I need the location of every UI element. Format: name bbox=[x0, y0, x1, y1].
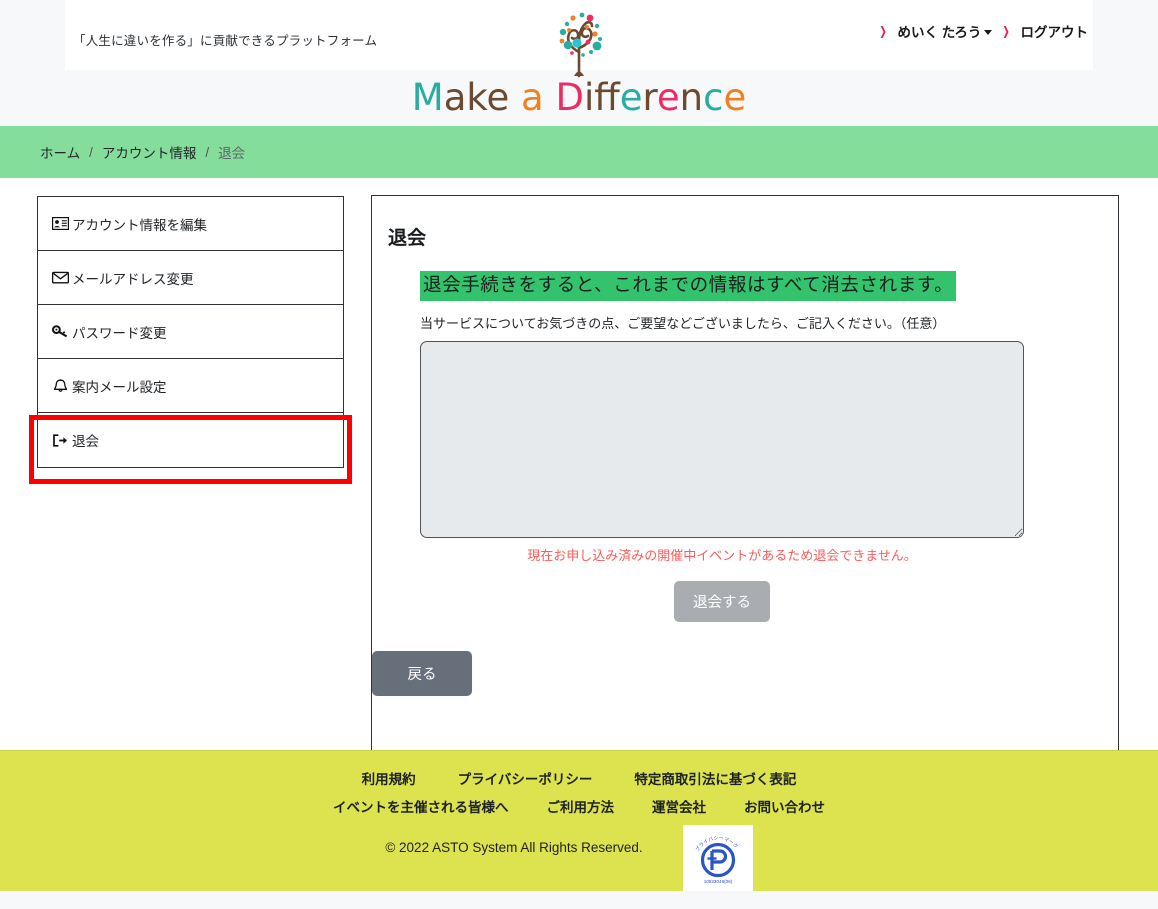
copyright-text: © 2022 ASTO System All Rights Reserved. bbox=[385, 840, 643, 855]
account-sidebar: アカウント情報を編集 メールアドレス変更 パスワード変更 案内メール設定 退会 bbox=[29, 196, 352, 484]
footer-link-company[interactable]: 運営会社 bbox=[652, 796, 706, 816]
breadcrumb-bar: ホーム / アカウント情報 / 退会 bbox=[0, 126, 1158, 178]
chevron-down-icon bbox=[984, 30, 993, 35]
sidebar-item-label-withdraw: 退会 bbox=[72, 434, 99, 449]
withdraw-panel: 退会 退会手続きをすると、これまでの情報はすべて消去されます。 当サービスについ… bbox=[371, 195, 1119, 790]
footer-links-row-2: イベントを主催される皆様へ ご利用方法 運営会社 お問い合わせ bbox=[0, 796, 1158, 816]
privacy-mark-badge[interactable]: プライバシーマーク 10823046(06) bbox=[683, 825, 753, 893]
user-nav: ❯ めいく たろう ❯ ログアウト bbox=[878, 21, 1088, 41]
withdraw-submit-button[interactable]: 退会する bbox=[674, 581, 770, 622]
breadcrumb-separator-1: / bbox=[89, 144, 93, 160]
sign-out-icon bbox=[52, 432, 71, 448]
content-area: アカウント情報を編集 メールアドレス変更 パスワード変更 案内メール設定 退会 … bbox=[0, 178, 1158, 790]
privacy-mark-number: 10823046(06) bbox=[704, 879, 733, 884]
footer-link-commercial-law[interactable]: 特定商取引法に基づく表記 bbox=[634, 768, 796, 788]
breadcrumb: ホーム / アカウント情報 / 退会 bbox=[40, 142, 245, 162]
sidebar-list: アカウント情報を編集 メールアドレス変更 パスワード変更 案内メール設定 退会 bbox=[37, 196, 344, 468]
footer-bottom-row: © 2022 ASTO System All Rights Reserved. … bbox=[0, 825, 1158, 893]
footer-link-privacy-policy[interactable]: プライバシーポリシー bbox=[458, 768, 593, 788]
footer-link-terms[interactable]: 利用規約 bbox=[362, 768, 416, 788]
submit-row: 退会する bbox=[420, 581, 1024, 622]
page-title: 退会 bbox=[388, 228, 427, 249]
breadcrumb-item-home[interactable]: ホーム bbox=[40, 142, 80, 162]
sidebar-item-mail-settings[interactable]: 案内メール設定 bbox=[38, 359, 343, 413]
sidebar-item-withdraw[interactable]: 退会 bbox=[38, 413, 343, 467]
sidebar-item-label-edit-account: アカウント情報を編集 bbox=[72, 217, 207, 233]
logo-wordmark: Make a Difference bbox=[411, 76, 747, 119]
sidebar-item-edit-account[interactable]: アカウント情報を編集 bbox=[38, 197, 343, 251]
footer-link-contact[interactable]: お問い合わせ bbox=[744, 796, 825, 816]
id-card-icon bbox=[52, 216, 71, 232]
back-button[interactable]: 戻る bbox=[372, 651, 472, 696]
breadcrumb-item-account[interactable]: アカウント情報 bbox=[102, 142, 197, 162]
breadcrumb-separator-2: / bbox=[205, 144, 210, 160]
sidebar-item-label-mail-settings: 案内メール設定 bbox=[72, 379, 167, 395]
key-icon bbox=[52, 324, 71, 340]
comment-field-label: 当サービスについてお気づきの点、ご要望などございましたら、ご記入ください。（任意… bbox=[420, 316, 946, 331]
sidebar-item-change-email[interactable]: メールアドレス変更 bbox=[38, 251, 343, 305]
warning-banner: 退会手続きをすると、これまでの情報はすべて消去されます。 bbox=[420, 271, 957, 301]
page-bottom-strip bbox=[0, 891, 1158, 909]
chevron-right-icon-2: ❯ bbox=[1002, 24, 1011, 38]
user-menu-button[interactable]: めいく たろう bbox=[897, 21, 993, 41]
error-message: 現在お申し込み済みの開催中イベントがあるため退会できません。 bbox=[527, 548, 917, 563]
footer-links-row-1: 利用規約 プライバシーポリシー 特定商取引法に基づく表記 bbox=[0, 768, 1158, 788]
footer: 利用規約 プライバシーポリシー 特定商取引法に基づく表記 イベントを主催される皆… bbox=[0, 750, 1158, 893]
site-tagline: 「人生に違いを作る」に貢献できるプラットフォーム bbox=[73, 34, 378, 48]
envelope-icon bbox=[52, 270, 71, 286]
sidebar-item-label-change-password: パスワード変更 bbox=[72, 325, 167, 341]
logout-link[interactable]: ログアウト bbox=[1021, 21, 1089, 41]
comment-textarea[interactable] bbox=[420, 341, 1024, 538]
sidebar-item-change-password[interactable]: パスワード変更 bbox=[38, 305, 343, 359]
breadcrumb-item-withdraw: 退会 bbox=[218, 146, 246, 161]
privacy-mark-icon: プライバシーマーク 10823046(06) bbox=[695, 835, 739, 884]
footer-link-how-to-use[interactable]: ご利用方法 bbox=[547, 796, 615, 816]
sidebar-item-label-change-email: メールアドレス変更 bbox=[72, 271, 194, 287]
user-name-label: めいく たろう bbox=[897, 25, 982, 40]
chevron-right-icon: ❯ bbox=[879, 24, 888, 38]
footer-link-for-organizers[interactable]: イベントを主催される皆様へ bbox=[333, 796, 509, 816]
bell-icon bbox=[52, 378, 71, 394]
